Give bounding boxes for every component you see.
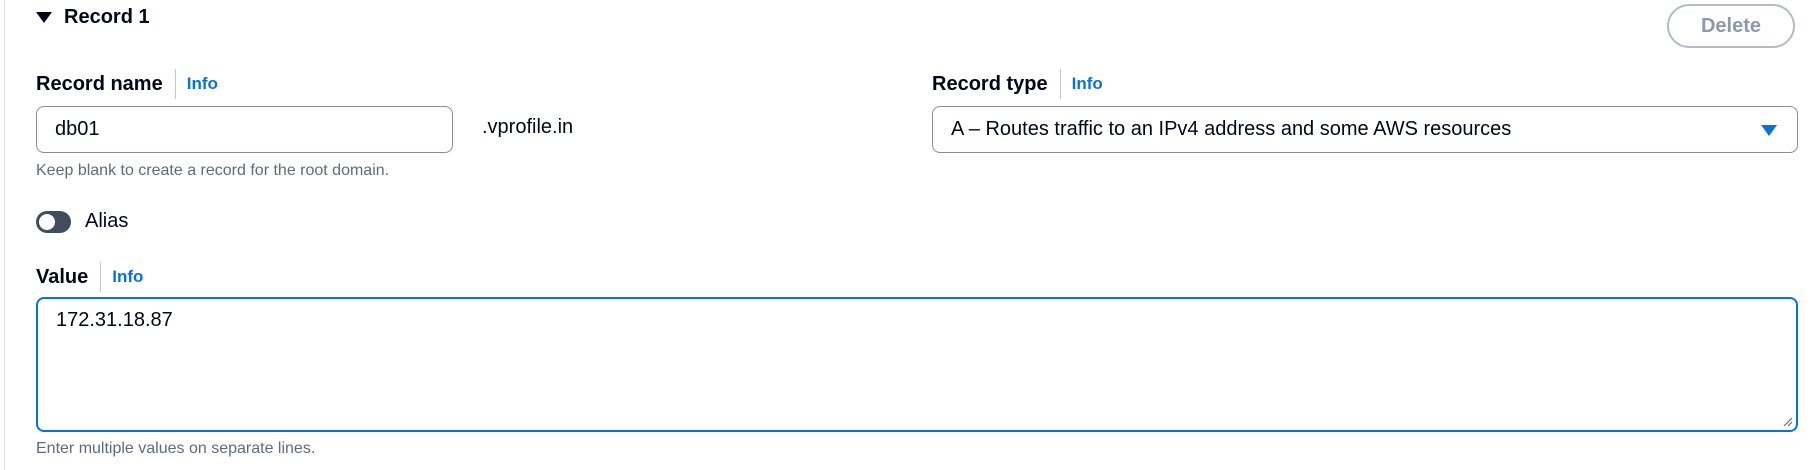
alias-toggle[interactable] <box>36 210 71 233</box>
record-type-info-link[interactable]: Info <box>1072 74 1103 94</box>
label-divider <box>1059 69 1061 99</box>
value-textarea[interactable]: 172.31.18.87 <box>36 297 1798 432</box>
alias-label: Alias <box>85 210 129 232</box>
alias-toggle-row[interactable]: Alias <box>36 210 128 233</box>
section-title: Record 1 <box>64 6 150 28</box>
resize-grip-icon[interactable] <box>1781 415 1793 427</box>
label-divider <box>100 262 102 292</box>
record-type-label: Record type <box>932 72 1048 95</box>
record-section-header[interactable]: Record 1 <box>36 6 150 29</box>
delete-button[interactable]: Delete <box>1667 4 1795 48</box>
record-type-selected-value: A – Routes traffic to an IPv4 address an… <box>951 118 1512 140</box>
record-type-select[interactable]: A – Routes traffic to an IPv4 address an… <box>932 106 1798 153</box>
value-hint: Enter multiple values on separate lines. <box>36 440 316 457</box>
value-text: 172.31.18.87 <box>56 309 173 331</box>
record-name-input[interactable]: db01 <box>36 106 453 153</box>
record-type-label-row: Record type Info <box>932 69 1103 99</box>
record-name-info-link[interactable]: Info <box>187 74 218 94</box>
section-border <box>4 0 5 470</box>
label-divider <box>174 69 176 99</box>
record-name-hint: Keep blank to create a record for the ro… <box>36 162 390 179</box>
caret-down-icon <box>36 12 52 23</box>
toggle-knob <box>39 213 55 230</box>
record-name-label-row: Record name Info <box>36 69 218 99</box>
caret-down-filled-icon <box>1761 125 1777 136</box>
value-label: Value <box>36 265 89 288</box>
record-name-value: db01 <box>55 118 100 140</box>
value-info-link[interactable]: Info <box>112 267 143 287</box>
record-name-label: Record name <box>36 72 163 95</box>
value-label-row: Value Info <box>36 262 143 292</box>
domain-suffix: .vprofile.in <box>482 116 574 138</box>
